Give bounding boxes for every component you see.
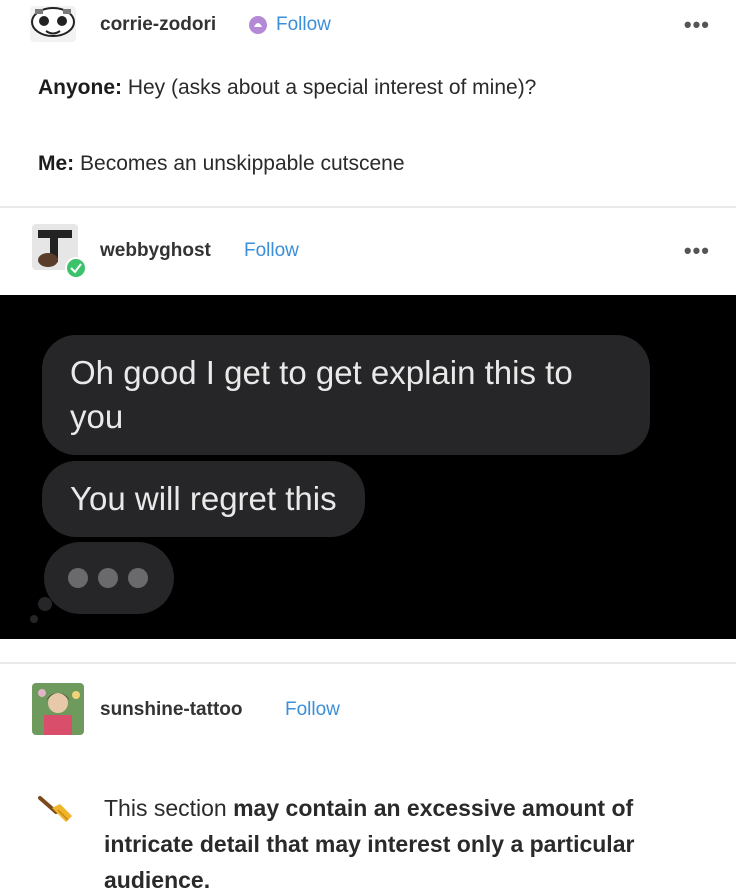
- typing-indicator: [44, 542, 174, 614]
- follow-button[interactable]: Follow: [276, 14, 331, 36]
- speaker-label: Me:: [38, 152, 75, 175]
- follow-button[interactable]: Follow: [285, 699, 340, 721]
- username[interactable]: webbyghost: [100, 240, 211, 262]
- username[interactable]: corrie-zodori: [100, 14, 216, 36]
- typing-dot: [98, 568, 118, 588]
- typing-tail: [38, 597, 52, 611]
- username[interactable]: sunshine-tattoo: [100, 699, 243, 721]
- content-warning: This section may contain an excessive am…: [104, 790, 704, 895]
- post-text-line: Me: Becomes an unskippable cutscene: [38, 152, 405, 176]
- post-corrie-zodori: corrie-zodori Follow ••• Anyone: Hey (as…: [0, 0, 736, 205]
- broom-icon: [36, 794, 76, 828]
- typing-dot: [128, 568, 148, 588]
- typing-dot: [68, 568, 88, 588]
- typing-tail: [30, 615, 38, 623]
- warning-intro: This section: [104, 795, 234, 821]
- line-text: Hey (asks about a special interest of mi…: [122, 76, 537, 99]
- community-badge-icon: [248, 15, 268, 35]
- chat-screenshot: Oh good I get to get explain this to you…: [0, 295, 736, 639]
- more-options-icon[interactable]: •••: [684, 238, 710, 264]
- divider: [0, 662, 736, 664]
- follow-button[interactable]: Follow: [244, 240, 299, 262]
- avatar[interactable]: [30, 6, 76, 42]
- avatar[interactable]: [32, 683, 84, 735]
- message-bubble: Oh good I get to get explain this to you: [42, 335, 650, 455]
- more-options-icon[interactable]: •••: [684, 12, 710, 38]
- message-bubble: You will regret this: [42, 461, 365, 537]
- post-text-line: Anyone: Hey (asks about a special intere…: [38, 76, 536, 100]
- speaker-label: Anyone:: [38, 76, 122, 99]
- avatar[interactable]: [30, 222, 88, 280]
- post-webbyghost: webbyghost Follow •••: [0, 208, 736, 295]
- line-text: Becomes an unskippable cutscene: [74, 152, 405, 175]
